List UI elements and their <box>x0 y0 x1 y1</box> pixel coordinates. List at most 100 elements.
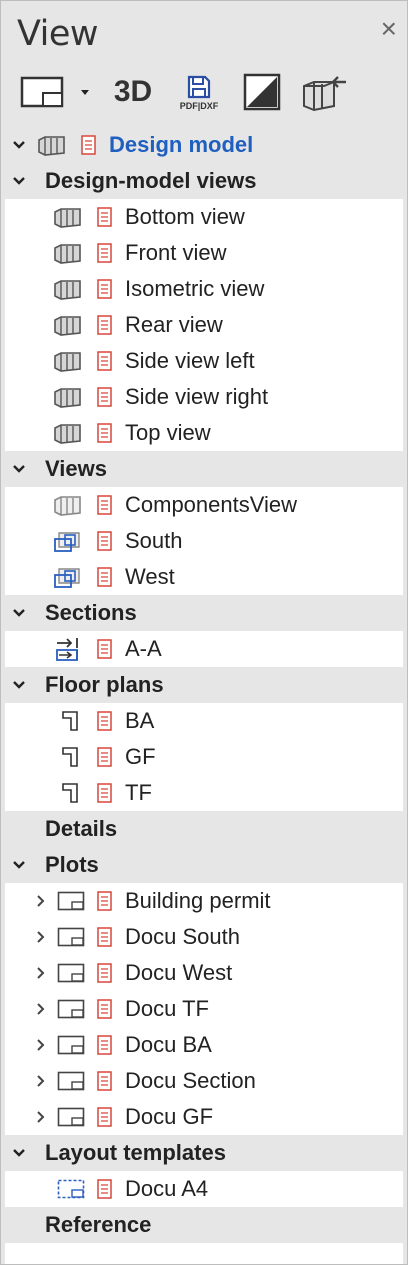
tree-item-front-view[interactable]: Front view <box>5 235 403 271</box>
tree-item-label: Docu BA <box>125 1032 212 1057</box>
contrast-toggle-button[interactable] <box>237 69 287 115</box>
layout-view-dropdown[interactable] <box>75 69 95 115</box>
3d-view-button[interactable]: 3D <box>105 69 161 115</box>
contrast-icon <box>243 73 281 111</box>
chevron-right-icon[interactable] <box>31 963 51 983</box>
tree-item-plot-docu-ba[interactable]: Docu BA <box>5 1027 403 1063</box>
document-icon <box>81 135 96 155</box>
group-views[interactable]: Views <box>1 451 407 487</box>
chevron-down-icon[interactable] <box>9 171 29 191</box>
model-box-icon <box>38 136 65 156</box>
chevron-down-icon[interactable] <box>9 1143 29 1163</box>
layout-sheet-icon <box>57 1035 85 1055</box>
tree-item-label: Side view right <box>125 384 269 409</box>
chevron-right-icon[interactable] <box>31 999 51 1019</box>
tree-item-bottom-view[interactable]: Bottom view <box>5 199 403 235</box>
tree-root-design-model[interactable]: Design model <box>1 127 407 163</box>
pdf-dxf-label: PDF|DXF <box>179 100 219 111</box>
model-box-icon <box>54 316 81 336</box>
document-icon <box>97 927 112 947</box>
model-box-icon <box>54 424 81 444</box>
chevron-down-icon[interactable] <box>9 855 29 875</box>
tree-item-ba[interactable]: BA <box>5 703 403 739</box>
import-model-button[interactable] <box>297 69 353 115</box>
tree-item-south[interactable]: South <box>5 523 403 559</box>
chevron-down-icon[interactable] <box>9 135 29 155</box>
tree-item-gf[interactable]: GF <box>5 739 403 775</box>
tree-item-rear-view[interactable]: Rear view <box>5 307 403 343</box>
document-icon <box>97 1071 112 1091</box>
chevron-right-icon[interactable] <box>31 1035 51 1055</box>
tree-item-isometric-view[interactable]: Isometric view <box>5 271 403 307</box>
document-icon <box>97 783 112 803</box>
chevron-down-icon[interactable] <box>9 603 29 623</box>
chevron-right-icon[interactable] <box>31 891 51 911</box>
tree-item-plot-docu-section[interactable]: Docu Section <box>5 1063 403 1099</box>
document-icon <box>97 963 112 983</box>
tree-root-label: Design model <box>109 132 254 157</box>
model-box-light-icon <box>54 496 81 516</box>
model-box-icon <box>54 352 81 372</box>
layout-template-icon <box>57 1179 85 1199</box>
tree-item-docu-a4[interactable]: Docu A4 <box>5 1171 403 1207</box>
tree-item-plot-building-permit[interactable]: Building permit <box>5 883 403 919</box>
tree-item-label: Side view left <box>125 348 255 373</box>
group-sections[interactable]: Sections <box>1 595 407 631</box>
group-reference[interactable]: Reference <box>1 1207 407 1243</box>
layout-sheet-icon <box>57 927 85 947</box>
tree-item-top-view[interactable]: Top view <box>5 415 403 451</box>
group-design-model-views[interactable]: Design-model views <box>1 163 407 199</box>
model-box-icon <box>54 280 81 300</box>
chevron-right-icon[interactable] <box>31 1107 51 1127</box>
tree-item-side-view-left[interactable]: Side view left <box>5 343 403 379</box>
tree-item-label: Docu South <box>125 924 240 949</box>
section-icon <box>56 638 78 661</box>
tree-item-label: South <box>125 528 183 553</box>
tree-item-label: BA <box>125 708 155 733</box>
view-tree: Design model Design-model views Bottom v… <box>1 127 407 1264</box>
tree-item-section-a-a[interactable]: A-A <box>5 631 403 667</box>
tree-item-side-view-right[interactable]: Side view right <box>5 379 403 415</box>
tree-item-label: Building permit <box>125 888 271 913</box>
tree-item-componentsview[interactable]: ComponentsView <box>5 487 403 523</box>
document-icon <box>97 747 112 767</box>
group-label: Reference <box>45 1212 152 1237</box>
document-icon <box>97 531 112 551</box>
document-icon <box>97 999 112 1019</box>
layout-view-button[interactable] <box>13 69 71 115</box>
document-icon <box>97 639 112 659</box>
group-label: Views <box>45 456 107 481</box>
group-details[interactable]: Details <box>1 811 407 847</box>
floor-plan-icon <box>62 711 78 731</box>
tree-item-west[interactable]: West <box>5 559 403 595</box>
group-layout-templates[interactable]: Layout templates <box>1 1135 407 1171</box>
tree-item-plot-docu-gf[interactable]: Docu GF <box>5 1099 403 1135</box>
document-icon <box>97 1107 112 1127</box>
group-label: Details <box>45 816 118 841</box>
close-icon[interactable]: × <box>381 15 397 43</box>
pdf-dxf-export-button[interactable]: PDF|DXF <box>167 69 231 115</box>
chevron-down-icon[interactable] <box>9 675 29 695</box>
tree-item-label: Top view <box>125 420 211 445</box>
tree-item-plot-docu-west[interactable]: Docu West <box>5 955 403 991</box>
tree-item-label: Front view <box>125 240 227 265</box>
tree-item-plot-docu-south[interactable]: Docu South <box>5 919 403 955</box>
group-label: Sections <box>45 600 137 625</box>
layout-sheet-icon <box>57 891 85 911</box>
group-floor-plans[interactable]: Floor plans <box>1 667 407 703</box>
tree-item-plot-docu-tf[interactable]: Docu TF <box>5 991 403 1027</box>
chevron-right-icon[interactable] <box>31 927 51 947</box>
document-icon <box>97 243 112 263</box>
chevron-down-icon[interactable] <box>9 459 29 479</box>
tree-item-label: Docu West <box>125 960 233 985</box>
group-label: Floor plans <box>45 672 164 697</box>
layout-sheet-icon <box>57 963 85 983</box>
chevron-right-icon[interactable] <box>31 1071 51 1091</box>
tree-item-label: GF <box>125 744 156 769</box>
floor-plan-icon <box>62 747 78 767</box>
tree-item-label: Docu GF <box>125 1104 214 1129</box>
model-import-icon <box>303 76 346 112</box>
group-plots[interactable]: Plots <box>1 847 407 883</box>
tree-item-tf[interactable]: TF <box>5 775 403 811</box>
document-icon <box>97 279 112 299</box>
